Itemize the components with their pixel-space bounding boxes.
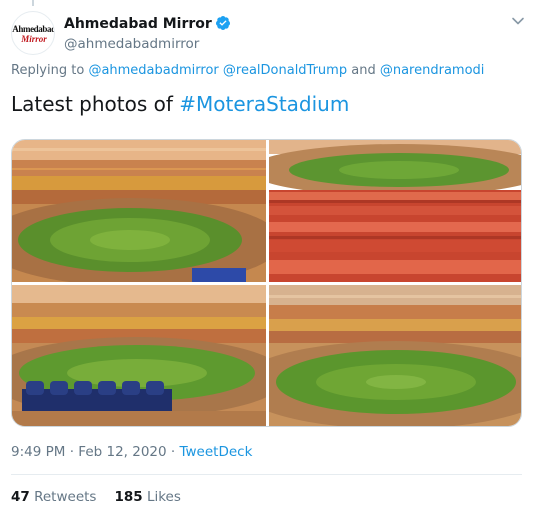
stadium-photo-1[interactable] [12, 140, 266, 282]
tweet-text: Latest photos of #MoteraStadium [11, 90, 349, 118]
mention-link[interactable]: @ahmedabadmirror [88, 63, 218, 78]
tweet-body-text: Latest photos of [11, 92, 180, 116]
stadium-photo-3[interactable] [12, 285, 266, 426]
replying-to: Replying to @ahmedabadmirror @realDonald… [11, 63, 484, 78]
retweets-stat[interactable]: 47 Retweets [11, 489, 96, 505]
meta-separator: · [69, 444, 74, 460]
replying-to-label: Replying to [11, 63, 85, 78]
stadium-photo-4[interactable] [269, 285, 521, 426]
stadium-photo-2[interactable] [269, 140, 521, 282]
photo-grid [11, 139, 522, 427]
chevron-down-icon[interactable] [511, 13, 525, 27]
tweet-header: Ahmedabad Mirror Ahmedabad Mirror @ahmed… [11, 11, 525, 55]
tweet-time[interactable]: 9:49 PM [11, 444, 65, 460]
avatar[interactable]: Ahmedabad Mirror [11, 11, 55, 55]
likes-label: Likes [146, 489, 181, 505]
thread-connector-line [32, 0, 34, 6]
replying-to-conjunction: and [351, 63, 376, 78]
tweet-stats: 47 Retweets 185 Likes [11, 489, 181, 505]
tweet-date[interactable]: Feb 12, 2020 [78, 444, 166, 460]
verified-badge-icon [215, 15, 231, 35]
author-display-name[interactable]: Ahmedabad Mirror [64, 15, 212, 34]
likes-count: 185 [114, 489, 143, 505]
author-names: Ahmedabad Mirror @ahmedabadmirror [64, 13, 231, 54]
tweet-source-link[interactable]: TweetDeck [180, 444, 253, 460]
avatar-logo-text-top: Ahmedabad [12, 24, 55, 34]
likes-stat[interactable]: 185 Likes [114, 489, 180, 505]
avatar-logo-text-bottom: Mirror [21, 34, 47, 44]
hashtag-link[interactable]: #MoteraStadium [179, 92, 349, 116]
mention-link[interactable]: @narendramodi [380, 63, 485, 78]
meta-separator: · [170, 444, 176, 460]
mention-link[interactable]: @realDonaldTrump [223, 63, 347, 78]
retweets-label: Retweets [34, 489, 97, 505]
author-handle[interactable]: @ahmedabadmirror [64, 35, 231, 54]
retweets-count: 47 [11, 489, 30, 505]
tweet-timestamp: 9:49 PM · Feb 12, 2020 · TweetDeck [11, 444, 252, 460]
divider [11, 474, 522, 475]
